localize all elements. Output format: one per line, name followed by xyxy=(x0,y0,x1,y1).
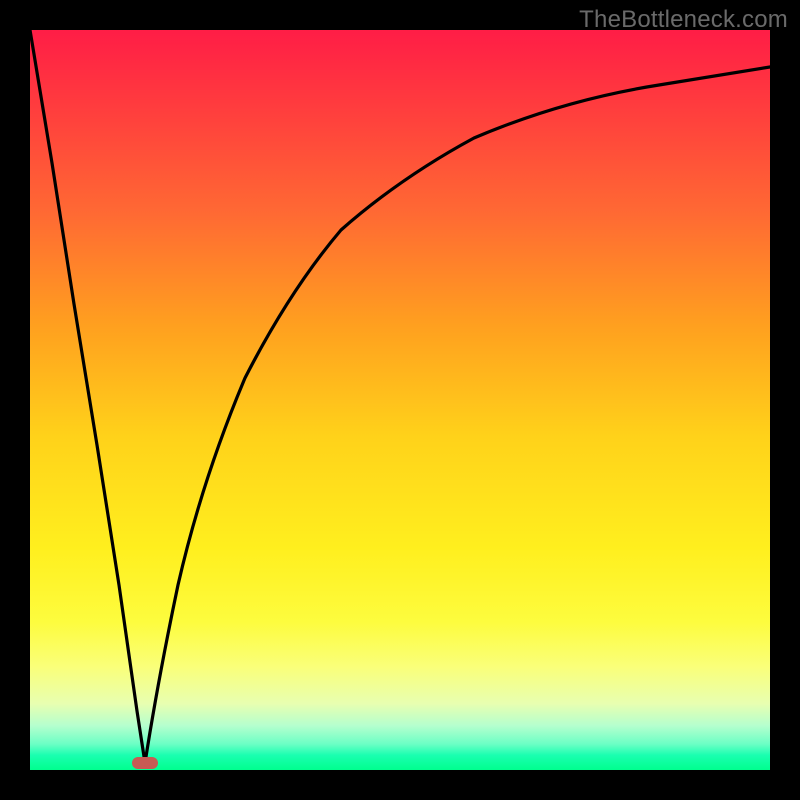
curve-left-branch xyxy=(30,30,145,763)
chart-frame: TheBottleneck.com xyxy=(0,0,800,800)
bottleneck-curve xyxy=(30,30,770,770)
optimal-point-marker xyxy=(132,757,158,769)
curve-right-branch xyxy=(145,67,770,763)
plot-area xyxy=(30,30,770,770)
